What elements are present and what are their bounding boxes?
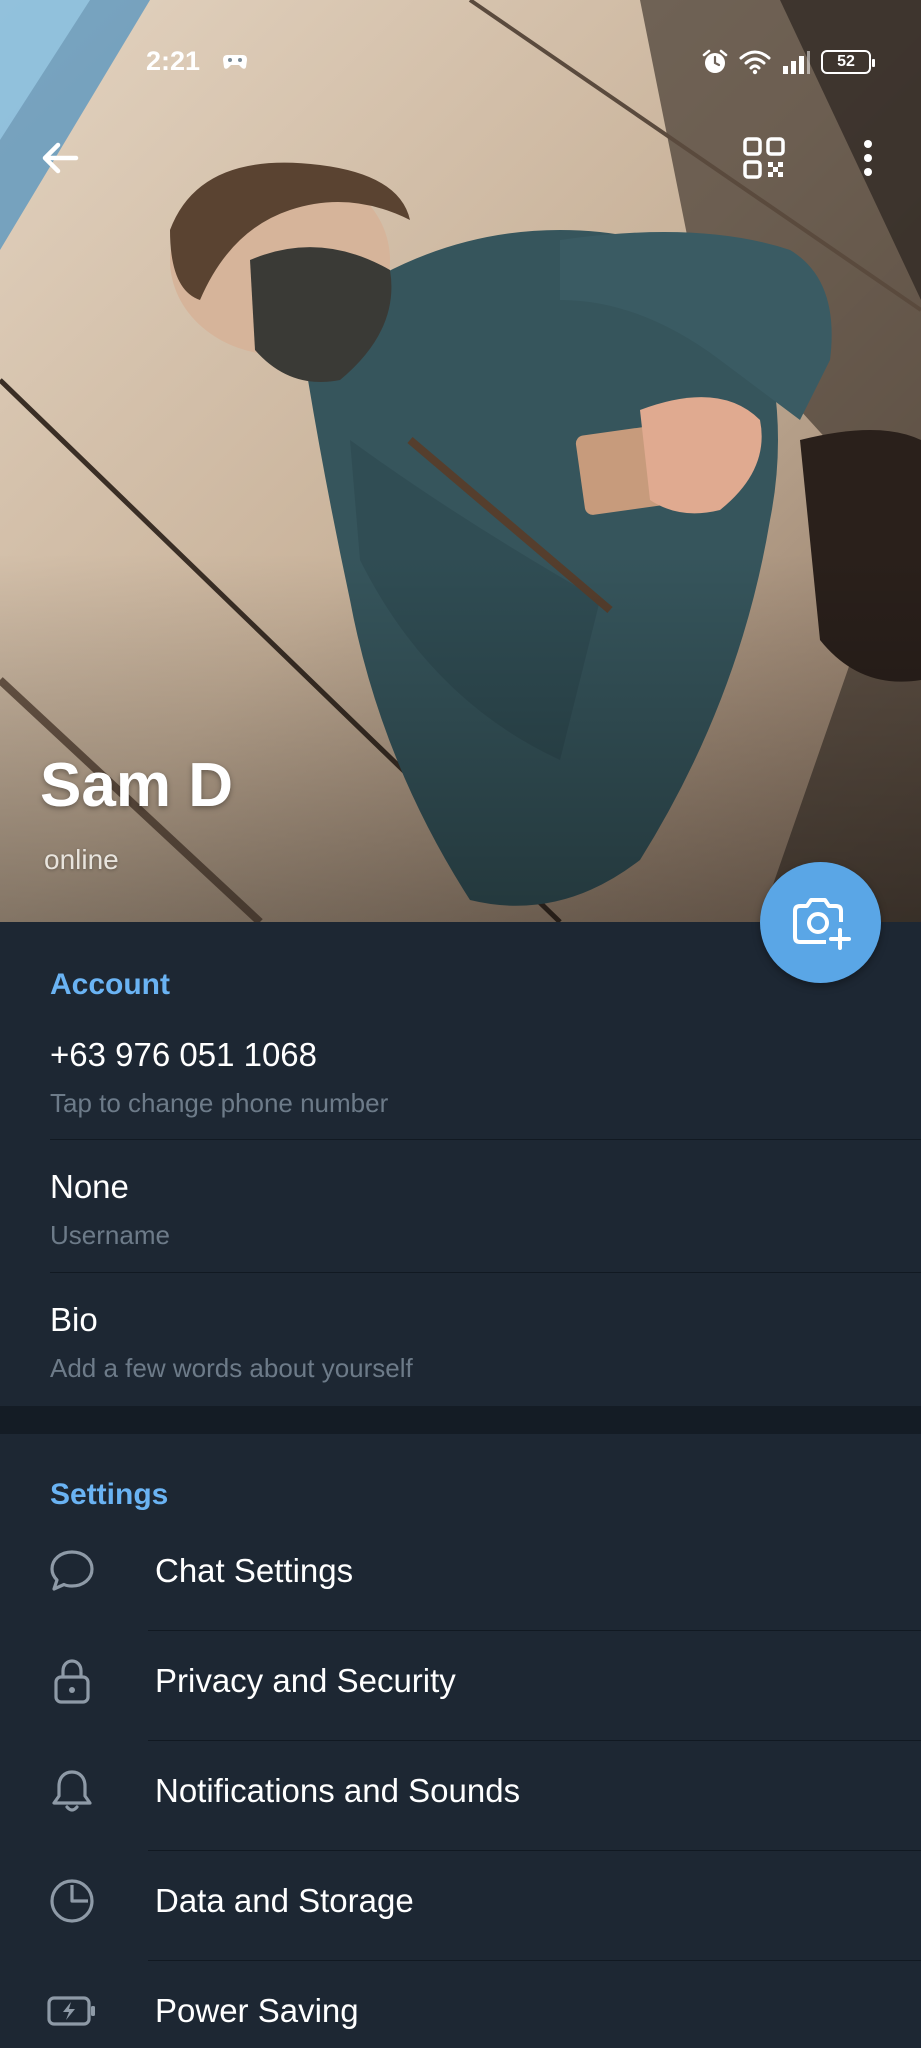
username-value: None (50, 1168, 129, 1205)
settings-item-label: Data and Storage (155, 1882, 414, 1919)
settings-item-notifications-and-sounds[interactable]: Notifications and Sounds (0, 1738, 921, 1848)
username-row[interactable]: None Username (0, 1168, 921, 1300)
lock-icon (46, 1655, 98, 1707)
profile-header: 2:21 52 Sam D online (0, 0, 921, 922)
set-photo-button[interactable] (760, 862, 881, 983)
alarm-icon (702, 49, 728, 73)
battery-bolt-icon (46, 1985, 98, 2037)
camera-add-icon (792, 897, 851, 950)
username-hint: Username (50, 1220, 170, 1250)
divider (50, 1272, 921, 1273)
bio-label: Bio (50, 1301, 98, 1338)
status-time: 2:21 (146, 46, 201, 76)
settings-item-label: Chat Settings (155, 1552, 354, 1589)
settings-item-label: Notifications and Sounds (155, 1772, 521, 1809)
battery-indicator: 52 (821, 50, 875, 74)
more-vertical-icon (864, 140, 872, 176)
chat-bubble-icon (46, 1545, 98, 1597)
section-separator (0, 1406, 921, 1434)
status-bar: 2:21 52 (0, 36, 921, 86)
pie-chart-icon (46, 1875, 98, 1927)
status-icons: 52 (701, 46, 875, 78)
phone-row[interactable]: +63 976 051 1068 Tap to change phone num… (0, 1036, 921, 1168)
settings-item-label: Power Saving (155, 1992, 359, 2029)
phone-number: +63 976 051 1068 (50, 1036, 318, 1073)
account-section-title: Account (50, 968, 170, 1001)
more-options-button[interactable] (838, 128, 898, 188)
settings-item-label: Privacy and Security (155, 1662, 456, 1699)
profile-status: online (44, 844, 119, 875)
settings-item-chat-settings[interactable]: Chat Settings (0, 1518, 921, 1628)
settings-item-privacy-and-security[interactable]: Privacy and Security (0, 1628, 921, 1738)
gamepad-icon (223, 55, 247, 69)
profile-name: Sam D (40, 751, 233, 820)
signal-icon (783, 51, 810, 74)
qr-code-icon (743, 137, 785, 179)
divider (50, 1139, 921, 1140)
bio-hint: Add a few words about yourself (50, 1353, 413, 1383)
wifi-icon (739, 50, 771, 75)
phone-hint: Tap to change phone number (50, 1088, 389, 1118)
account-section: Account +63 976 051 1068 Tap to change p… (0, 922, 921, 1406)
back-button[interactable] (30, 128, 90, 188)
settings-section-title: Settings (50, 1478, 169, 1511)
arrow-left-icon (42, 142, 79, 174)
settings-item-power-saving[interactable]: Power Saving (0, 1958, 921, 2048)
settings-section: Settings Chat Settings Privacy and Secur… (0, 1434, 921, 2048)
bell-icon (46, 1765, 98, 1817)
qr-code-button[interactable] (734, 128, 794, 188)
battery-level: 52 (837, 53, 855, 70)
settings-item-data-and-storage[interactable]: Data and Storage (0, 1848, 921, 1958)
